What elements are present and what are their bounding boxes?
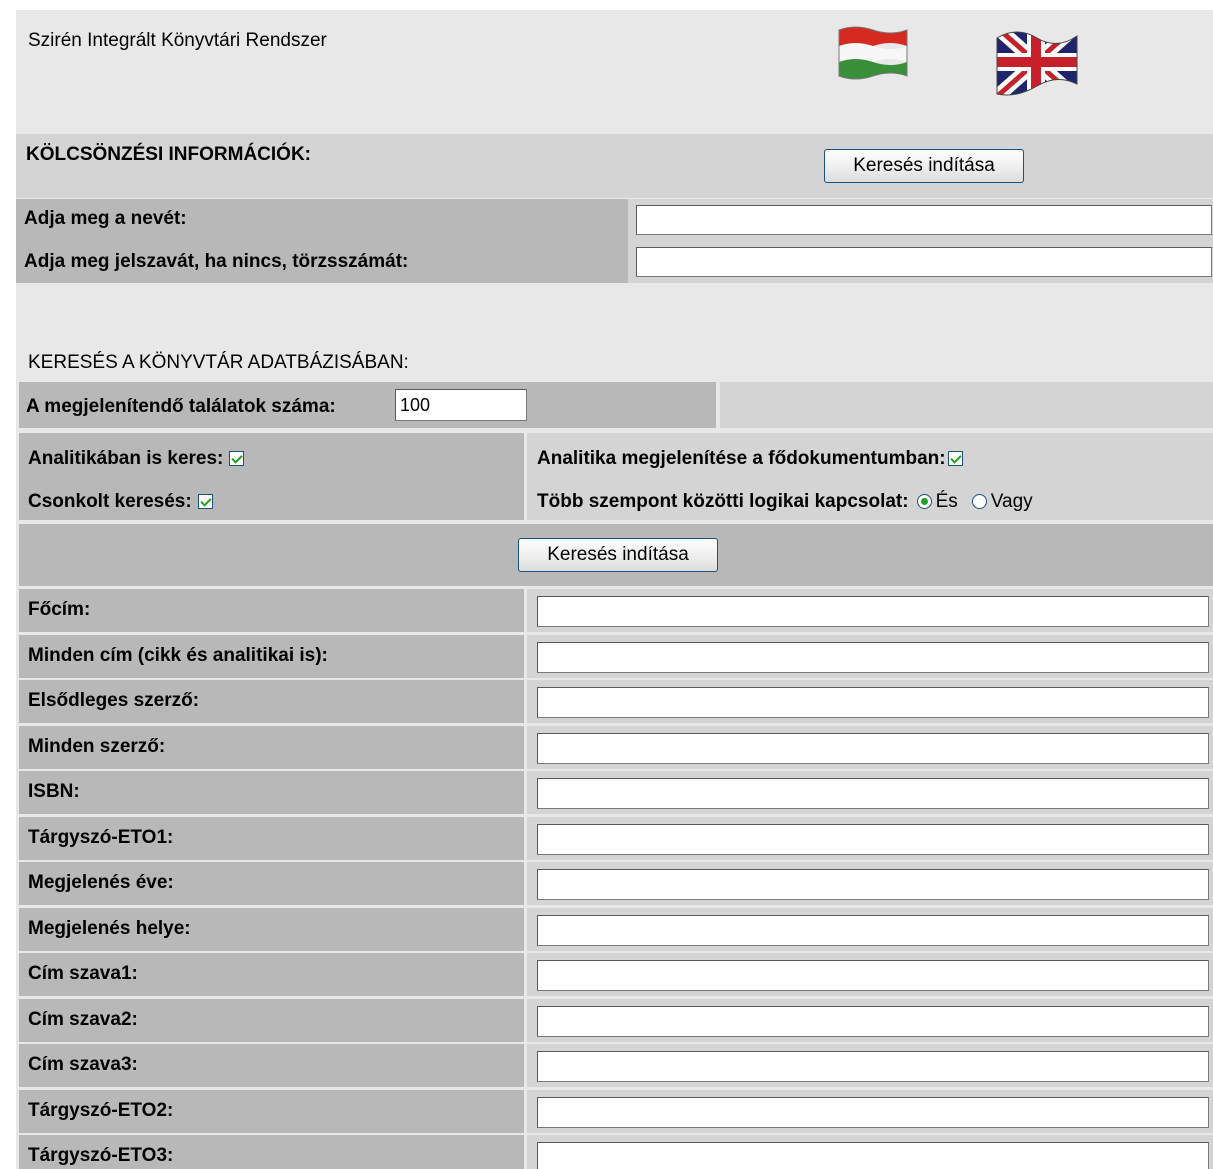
logic-and-label: És [935, 491, 958, 512]
analytics-option: Analitikában is keres: [28, 448, 245, 470]
search-field-input[interactable] [537, 915, 1209, 946]
analytics-checkbox[interactable] [229, 451, 245, 466]
results-row-right [720, 382, 1213, 428]
search-field-label-cell [19, 589, 524, 632]
hungarian-flag-icon[interactable] [835, 24, 911, 82]
analytics-display-checkbox[interactable] [947, 451, 963, 466]
uk-flag-icon[interactable] [993, 24, 1079, 100]
results-label: A megjelenítendő találatok száma: [26, 396, 336, 417]
search-field-label: Minden szerző: [28, 736, 166, 757]
search-field-input[interactable] [537, 642, 1209, 673]
search-field-input[interactable] [537, 1142, 1209, 1169]
analytics-display-option: Analitika megjelenítése a fődokumentumba… [537, 448, 963, 470]
search-field-label: Megjelenés éve: [28, 872, 174, 893]
logic-or-radio[interactable] [971, 494, 987, 509]
search-field-label: Megjelenés helye: [28, 918, 191, 939]
app-title: Szirén Integrált Könyvtári Rendszer [28, 30, 327, 51]
search-field-input[interactable] [537, 869, 1209, 900]
logic-label: Több szempont közötti logikai kapcsolat: [537, 491, 909, 512]
password-label: Adja meg jelszavát, ha nincs, törzsszámá… [24, 251, 409, 272]
search-field-input[interactable] [537, 687, 1209, 718]
truncated-label: Csonkolt keresés: [28, 491, 192, 512]
loan-heading: KÖLCSÖNZÉSI INFORMÁCIÓK: [26, 144, 311, 165]
page: Szirén Integrált Könyvtári Rendszer KÖLC [16, 10, 1213, 1169]
search-field-input[interactable] [537, 824, 1209, 855]
truncated-option: Csonkolt keresés: [28, 491, 213, 513]
search-field-input[interactable] [537, 960, 1209, 991]
search-field-label: Elsődleges szerző: [28, 690, 200, 711]
search-field-label: Cím szava2: [28, 1009, 138, 1030]
name-field[interactable] [636, 205, 1212, 235]
search-field-label: Tárgyszó-ETO1: [28, 827, 174, 848]
password-field[interactable] [636, 247, 1212, 277]
search-field-input[interactable] [537, 596, 1209, 627]
loan-search-button[interactable]: Keresés indítása [824, 149, 1024, 183]
search-field-label: ISBN: [28, 781, 80, 802]
search-button[interactable]: Keresés indítása [518, 538, 718, 572]
search-field-input[interactable] [537, 778, 1209, 809]
search-field-input[interactable] [537, 1097, 1209, 1128]
analytics-display-label: Analitika megjelenítése a fődokumentumba… [537, 448, 946, 469]
search-field-label: Tárgyszó-ETO3: [28, 1145, 174, 1166]
logic-and-radio[interactable] [916, 494, 932, 509]
search-field-label: Főcím: [28, 599, 91, 620]
name-label: Adja meg a nevét: [24, 208, 187, 229]
results-count-field[interactable] [395, 389, 527, 421]
search-field-label-cell [19, 771, 524, 814]
search-field-label: Minden cím (cikk és analitikai is): [28, 645, 328, 666]
search-field-input[interactable] [537, 1006, 1209, 1037]
analytics-label: Analitikában is keres: [28, 448, 224, 469]
search-field-input[interactable] [537, 1051, 1209, 1082]
search-heading: KERESÉS A KÖNYVTÁR ADATBÁZISÁBAN: [28, 352, 409, 373]
logic-option: Több szempont közötti logikai kapcsolat:… [537, 491, 1033, 513]
search-field-label: Cím szava3: [28, 1054, 138, 1075]
logic-or-label: Vagy [990, 491, 1033, 512]
search-field-label: Cím szava1: [28, 963, 138, 984]
search-field-label: Tárgyszó-ETO2: [28, 1100, 174, 1121]
truncated-checkbox[interactable] [197, 494, 213, 509]
search-field-input[interactable] [537, 733, 1209, 764]
